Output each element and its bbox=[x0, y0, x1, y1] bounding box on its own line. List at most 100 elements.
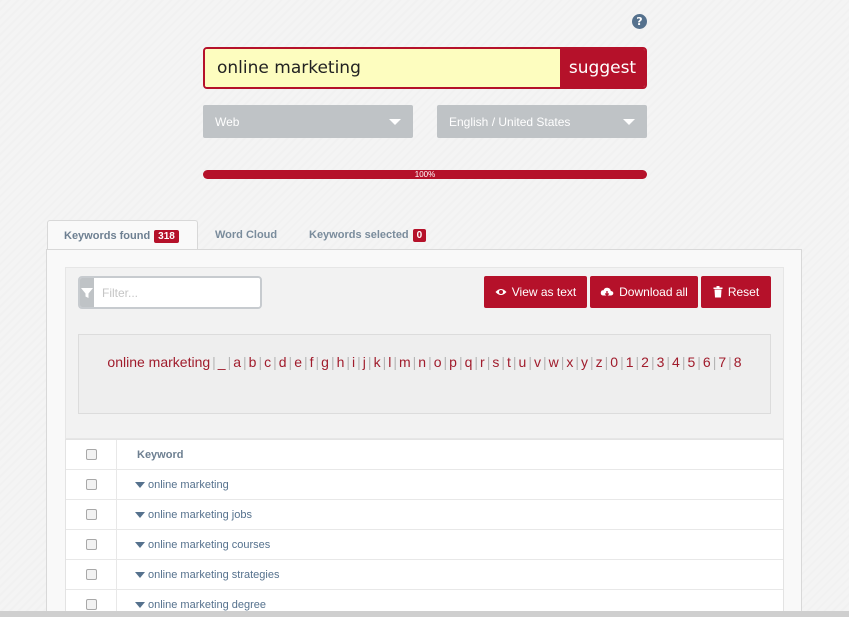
tab-label: Keywords found bbox=[64, 230, 151, 242]
tab-word-cloud[interactable]: Word Cloud bbox=[199, 220, 293, 250]
cloud-download-icon bbox=[600, 287, 614, 296]
alphabet-link[interactable]: k bbox=[372, 354, 383, 370]
keyword-text: online marketing strategies bbox=[148, 568, 280, 581]
alphabet-link[interactable]: w bbox=[547, 354, 561, 370]
alphabet-link[interactable]: 6 bbox=[701, 354, 713, 370]
keyword-cell[interactable]: online marketing bbox=[117, 479, 229, 491]
alphabet-link[interactable]: a bbox=[231, 354, 243, 370]
language-select-value: English / United States bbox=[449, 114, 571, 129]
alphabet-link[interactable]: 8 bbox=[732, 354, 744, 370]
expand-triangle-icon[interactable] bbox=[135, 571, 145, 578]
alphabet-link[interactable]: z bbox=[594, 354, 605, 370]
row-check-cell bbox=[66, 500, 117, 529]
source-select-value: Web bbox=[215, 114, 240, 129]
table-row[interactable]: online marketing jobs bbox=[66, 500, 783, 530]
alphabet-link[interactable]: o bbox=[432, 354, 444, 370]
alphabet-link[interactable]: q bbox=[463, 354, 475, 370]
expand-triangle-icon[interactable] bbox=[135, 481, 145, 488]
suggest-button[interactable]: suggest bbox=[560, 49, 645, 87]
download-all-button[interactable]: Download all bbox=[590, 276, 698, 308]
reset-button[interactable]: Reset bbox=[701, 276, 771, 308]
alphabet-link[interactable]: 3 bbox=[655, 354, 667, 370]
table-row[interactable]: online marketing bbox=[66, 470, 783, 500]
alphabet-link[interactable]: t bbox=[505, 354, 513, 370]
alphabet-link[interactable]: c bbox=[262, 354, 273, 370]
table-row[interactable]: online marketing strategies bbox=[66, 560, 783, 590]
alphabet-link[interactable]: j bbox=[361, 354, 368, 370]
trash-icon bbox=[713, 286, 723, 298]
tab-keywords-found[interactable]: Keywords found 318 bbox=[47, 220, 198, 251]
alphabet-link[interactable]: 5 bbox=[685, 354, 697, 370]
alphabet-link[interactable]: online marketing bbox=[105, 354, 212, 370]
help-icon[interactable]: ? bbox=[632, 14, 647, 29]
row-check-cell bbox=[66, 470, 117, 499]
alphabet-link[interactable]: 0 bbox=[608, 354, 620, 370]
language-select[interactable]: English / United States bbox=[437, 105, 647, 138]
alphabet-link[interactable]: m bbox=[397, 354, 413, 370]
keyword-text: online marketing bbox=[148, 478, 229, 491]
alphabet-link[interactable]: u bbox=[517, 354, 529, 370]
progress-label: 100% bbox=[414, 170, 436, 179]
select-all-checkbox[interactable] bbox=[85, 449, 97, 460]
alphabet-link[interactable]: y bbox=[579, 354, 590, 370]
view-as-text-button[interactable]: View as text bbox=[484, 276, 587, 308]
download-all-label: Download all bbox=[619, 285, 688, 299]
alphabet-link[interactable]: d bbox=[277, 354, 289, 370]
table-row[interactable]: online marketing courses bbox=[66, 530, 783, 560]
view-as-text-label: View as text bbox=[511, 285, 577, 299]
row-checkbox[interactable] bbox=[85, 539, 97, 550]
alphabet-link[interactable]: _ bbox=[216, 354, 228, 370]
alphabet-link[interactable]: 7 bbox=[716, 354, 728, 370]
keywords-found-badge: 318 bbox=[154, 229, 179, 243]
row-checkbox[interactable] bbox=[85, 479, 97, 490]
alphabet-link[interactable]: r bbox=[478, 354, 487, 370]
reset-label: Reset bbox=[727, 285, 760, 299]
source-select[interactable]: Web bbox=[203, 105, 413, 138]
window-bottom-edge bbox=[0, 611, 849, 617]
alphabet-link[interactable]: f bbox=[308, 354, 316, 370]
keyword-input[interactable] bbox=[205, 49, 560, 87]
row-check-cell bbox=[66, 530, 117, 559]
select-all-cell bbox=[66, 440, 117, 469]
alphabet-link[interactable]: e bbox=[292, 354, 304, 370]
alphabet-link[interactable]: 4 bbox=[670, 354, 682, 370]
tab-label: Word Cloud bbox=[215, 229, 278, 241]
expand-triangle-icon[interactable] bbox=[135, 601, 145, 608]
alphabet-separator: | bbox=[512, 354, 517, 370]
row-checkbox[interactable] bbox=[85, 599, 97, 610]
tab-keywords-selected[interactable]: Keywords selected 0 bbox=[293, 220, 442, 250]
alphabet-link[interactable]: p bbox=[447, 354, 459, 370]
alphabet-link[interactable]: s bbox=[490, 354, 501, 370]
keyword-text: online marketing degree bbox=[148, 598, 267, 611]
keyword-cell[interactable]: online marketing jobs bbox=[117, 509, 252, 521]
chevron-down-icon bbox=[389, 118, 401, 125]
keyword-cell[interactable]: online marketing courses bbox=[117, 539, 270, 551]
filter-input[interactable] bbox=[94, 278, 260, 307]
alphabet-link[interactable]: b bbox=[247, 354, 259, 370]
expand-triangle-icon[interactable] bbox=[135, 511, 145, 518]
keyword-cell[interactable]: online marketing strategies bbox=[117, 569, 279, 581]
row-check-cell bbox=[66, 560, 117, 589]
keyword-text: online marketing courses bbox=[148, 538, 271, 551]
keyword-column-header[interactable]: Keyword bbox=[117, 449, 183, 461]
row-checkbox[interactable] bbox=[85, 509, 97, 520]
filter-icon bbox=[80, 278, 94, 307]
keyword-cell[interactable]: online marketing degree bbox=[117, 599, 266, 611]
alphabet-link[interactable]: x bbox=[564, 354, 575, 370]
chevron-down-icon bbox=[623, 118, 635, 125]
alphabet-link[interactable]: v bbox=[532, 354, 543, 370]
alphabet-link[interactable]: g bbox=[319, 354, 331, 370]
keyword-table: Keyword online marketing online marketing… bbox=[65, 439, 784, 617]
alphabet-filter: online marketing | _ | a | b | c | d | e | f | g | h | i | j | k… bbox=[78, 334, 771, 414]
expand-triangle-icon[interactable] bbox=[135, 541, 145, 548]
row-checkbox[interactable] bbox=[85, 569, 97, 580]
alphabet-link[interactable]: n bbox=[416, 354, 428, 370]
alphabet-link[interactable]: 2 bbox=[639, 354, 651, 370]
table-header: Keyword bbox=[66, 440, 783, 470]
alphabet-link[interactable]: 1 bbox=[624, 354, 636, 370]
eye-icon bbox=[495, 289, 507, 295]
progress-bar: 100% bbox=[203, 170, 647, 179]
tab-label: Keywords selected bbox=[309, 229, 409, 241]
alphabet-link[interactable]: h bbox=[335, 354, 347, 370]
filter-box bbox=[78, 276, 262, 309]
